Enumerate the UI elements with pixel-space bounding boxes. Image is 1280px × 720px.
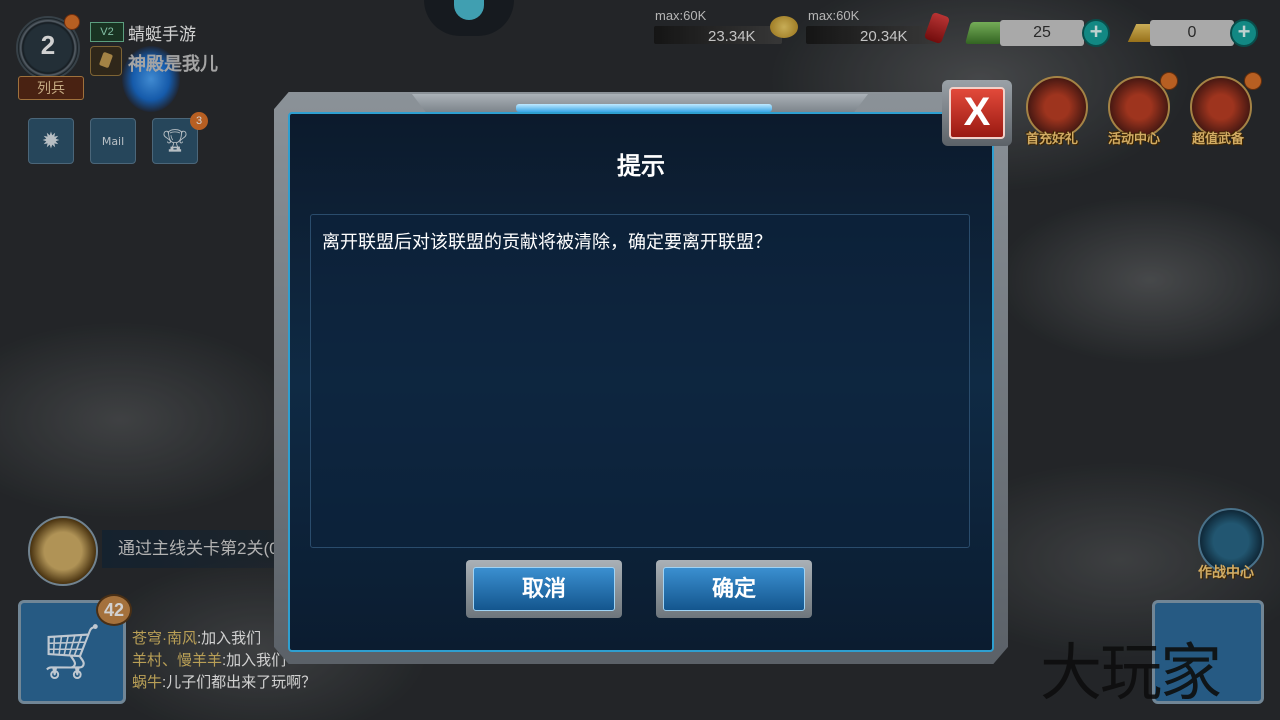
dialog-top-glow [516, 104, 772, 112]
confirm-button[interactable]: 确定 [656, 560, 812, 618]
cancel-button[interactable]: 取消 [466, 560, 622, 618]
confirm-button-label: 确定 [663, 567, 805, 611]
dialog-title: 提示 [617, 153, 665, 180]
cancel-button-label: 取消 [473, 567, 615, 611]
dialog-message: 离开联盟后对该联盟的贡献将被清除，确定要离开联盟？ [322, 232, 772, 252]
close-icon: X [949, 87, 1005, 139]
dialog-close-button[interactable]: X [942, 80, 1012, 146]
dialog-message-box [310, 214, 970, 548]
